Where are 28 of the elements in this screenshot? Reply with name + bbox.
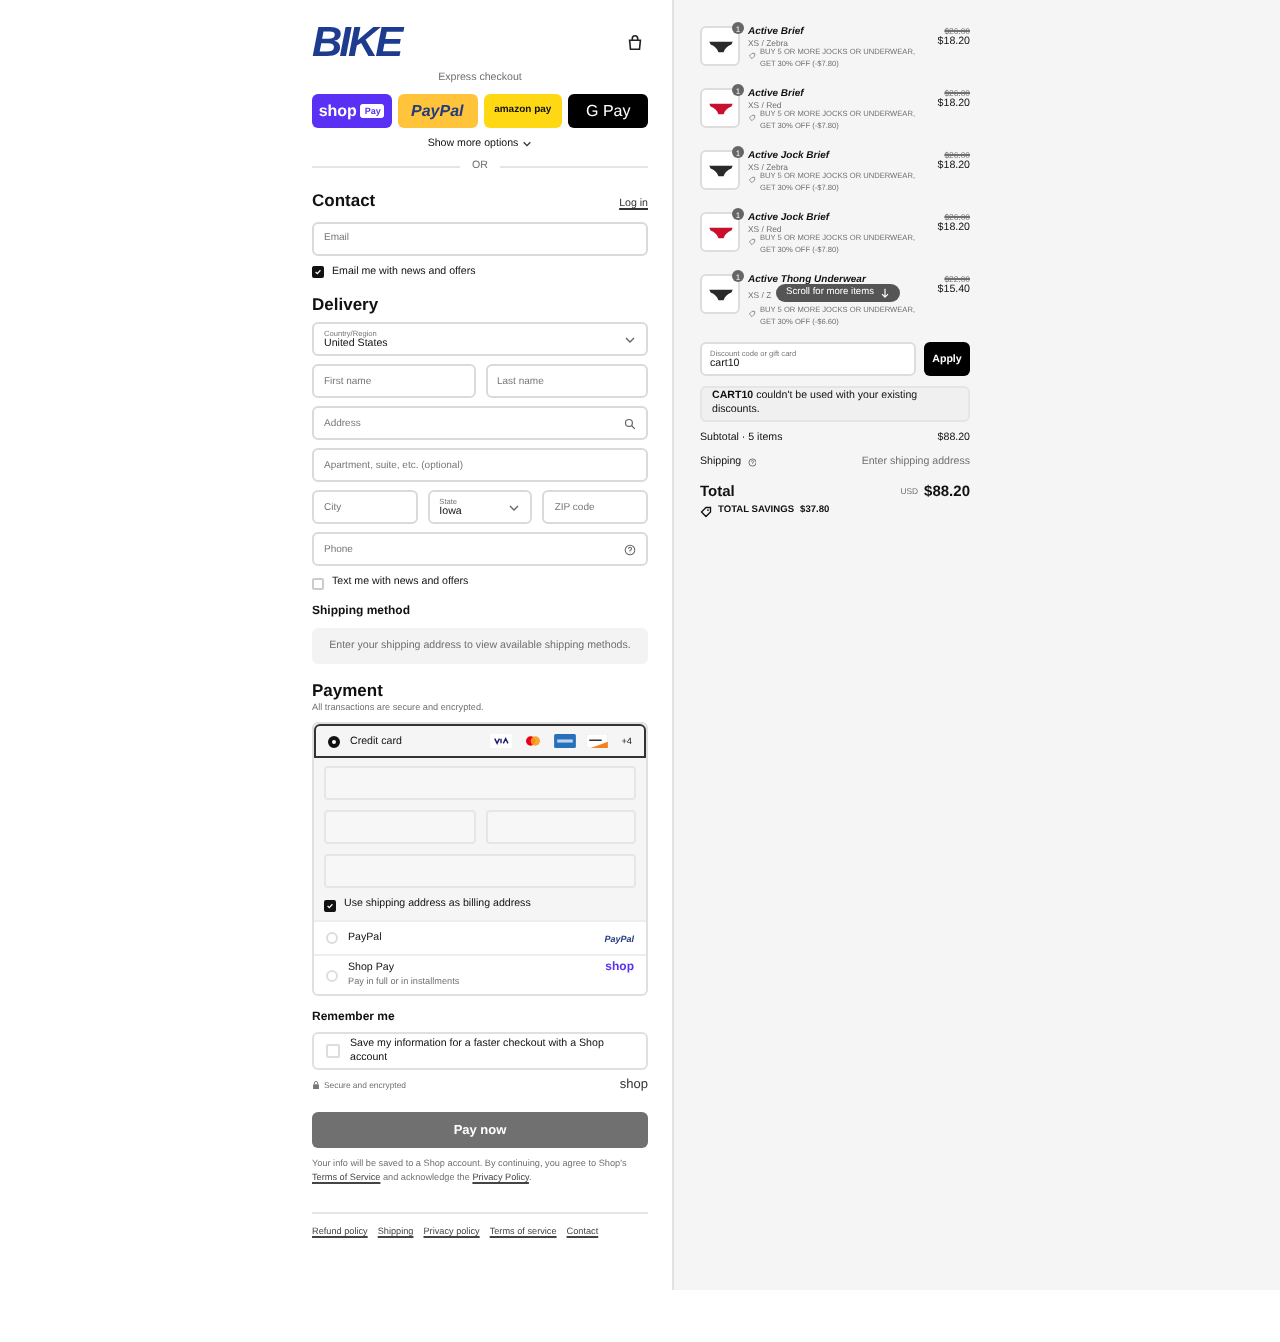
checkbox[interactable]: [324, 899, 336, 912]
card-brand-icon: [489, 734, 512, 749]
google-pay-button[interactable]: G Pay: [568, 93, 648, 128]
lock-icon: [312, 1080, 320, 1091]
tag-icon: [700, 505, 712, 518]
tag-icon: [748, 310, 756, 318]
chevron-down-icon: [624, 333, 636, 346]
logo[interactable]: BIKE: [312, 21, 401, 63]
help-icon: [624, 543, 636, 556]
tag-icon: [748, 52, 756, 61]
help-icon: [747, 458, 757, 468]
card-brand-icon: [585, 734, 608, 749]
arrow-down-icon: [879, 288, 890, 298]
card-brand-icon: [521, 734, 544, 749]
tag-icon: [748, 176, 756, 185]
card-brand-icon: [553, 734, 576, 749]
contact-heading: Contact: [312, 189, 376, 210]
checkbox[interactable]: [312, 265, 324, 278]
paypal-button[interactable]: PayPal: [397, 93, 477, 128]
tag-icon: [748, 114, 756, 123]
radio-button[interactable]: [328, 735, 340, 748]
delivery-heading: Delivery: [312, 294, 381, 315]
chevron-down-icon: [508, 501, 521, 514]
search-icon: [624, 417, 636, 430]
payment-heading: Payment: [312, 680, 385, 701]
tag-icon: [748, 238, 756, 247]
shopping-bag-icon[interactable]: [626, 33, 644, 51]
chevron-down-icon: [522, 140, 533, 149]
